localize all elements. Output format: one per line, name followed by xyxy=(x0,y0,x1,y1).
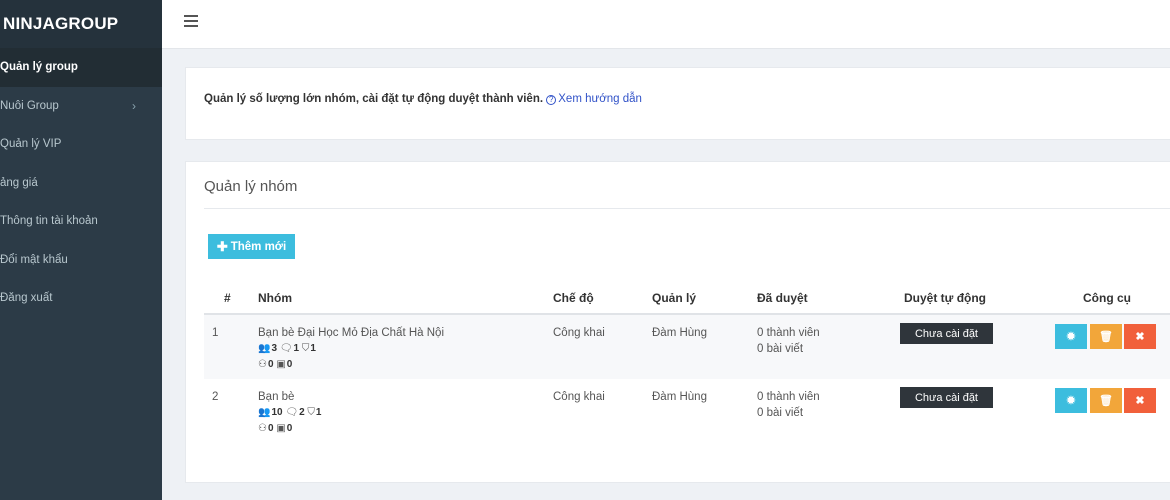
close-icon: ✖ xyxy=(1135,395,1145,407)
user-icon: ⚇ xyxy=(258,423,267,434)
sidebar-menu: Quản lý group Nuôi Group › Quản lý VIP ản… xyxy=(0,48,162,318)
add-new-label: Thêm mới xyxy=(230,240,287,253)
sidebar-item-vip[interactable]: Quản lý VIP xyxy=(0,125,162,164)
table-header: # Nhóm Chế độ Quản lý Đã duyệt Duyệt tự … xyxy=(204,280,1170,315)
shield-count: 1 xyxy=(310,343,316,354)
header-mode: Chế độ xyxy=(553,291,594,305)
gear-icon: ✹ xyxy=(1066,331,1076,343)
row-index: 1 xyxy=(212,327,219,339)
chevron-right-icon: › xyxy=(132,98,136,113)
sidebar-item-logout[interactable]: Đăng xuất xyxy=(0,279,162,318)
image-count: 0 xyxy=(286,423,293,434)
info-text: Quản lý số lượng lớn nhóm, cài đặt tự độ… xyxy=(204,93,642,105)
approved-posts: 0 bài viết xyxy=(757,407,804,419)
group-stats-secondary: ⚇0 ▣0 xyxy=(258,421,321,437)
approved-members: 0 thành viên xyxy=(757,327,820,339)
user-icon: ⚇ xyxy=(258,359,267,370)
add-new-button[interactable]: ✚ Thêm mới xyxy=(208,234,295,259)
remove-button[interactable]: ✖ xyxy=(1124,388,1156,413)
member-count: 10 xyxy=(271,407,283,418)
image-icon: ▣ xyxy=(276,423,286,434)
group-stats-secondary: ⚇0 ▣0 xyxy=(258,357,444,373)
admin-cell: Đàm Hùng xyxy=(652,327,707,339)
comment-icon: 🗨 xyxy=(279,343,293,354)
sidebar-item-label: Thông tin tài khoản xyxy=(0,215,98,228)
approved-cell: 0 thành viên 0 bài viết xyxy=(757,325,820,357)
brand-logo[interactable]: NINJAGROUP xyxy=(0,0,162,48)
remove-button[interactable]: ✖ xyxy=(1124,324,1156,349)
guide-link-label: Xem hướng dẫn xyxy=(558,93,642,105)
divider xyxy=(204,208,1170,209)
sidebar-item-change-password[interactable]: Đổi mật khẩu xyxy=(0,241,162,280)
sidebar-item-label: Nuôi Group xyxy=(0,99,59,112)
sidebar: NINJAGROUP Quản lý group Nuôi Group › Quả… xyxy=(0,0,162,500)
info-panel: Quản lý số lượng lớn nhóm, cài đặt tự độ… xyxy=(185,67,1170,140)
sidebar-item-label: Quản lý VIP xyxy=(0,138,62,151)
group-name[interactable]: Bạn bè Đại Học Mỏ Địa Chất Hà Nội xyxy=(258,325,444,341)
header-index: # xyxy=(224,291,231,305)
sidebar-item-label: ảng giá xyxy=(0,176,38,189)
question-circle-icon: ? xyxy=(546,95,557,105)
close-icon: ✖ xyxy=(1135,331,1145,343)
auto-approve-status-badge[interactable]: Chưa cài đặt xyxy=(900,387,993,408)
group-cell: Bạn bè Đại Học Mỏ Địa Chất Hà Nội 👥3 🗨1 … xyxy=(258,325,444,373)
user-count: 0 xyxy=(267,423,274,434)
delete-button[interactable]: 🗑 xyxy=(1090,388,1122,413)
hamburger-menu-icon[interactable] xyxy=(184,15,198,29)
shield-icon: ⛉ xyxy=(301,343,310,354)
shield-icon: ⛉ xyxy=(307,407,315,418)
approved-posts: 0 bài viết xyxy=(757,343,804,355)
delete-button[interactable]: 🗑 xyxy=(1090,324,1122,349)
header-auto-approve: Duyệt tự động xyxy=(904,291,987,305)
approved-cell: 0 thành viên 0 bài viết xyxy=(757,389,820,421)
member-count: 3 xyxy=(271,343,278,354)
post-count: 1 xyxy=(293,343,300,354)
guide-link[interactable]: ? Xem hướng dẫn xyxy=(546,93,642,105)
sidebar-item-group-management[interactable]: Quản lý group xyxy=(0,48,162,87)
table-row: 1 Bạn bè Đại Học Mỏ Địa Chất Hà Nội 👥3 🗨… xyxy=(204,315,1170,379)
group-management-panel: Quản lý nhóm ✚ Thêm mới # Nhóm Chế độ Quả… xyxy=(185,161,1170,483)
sidebar-item-group-nurture[interactable]: Nuôi Group › xyxy=(0,87,162,126)
post-count: 2 xyxy=(299,407,305,418)
admin-cell: Đàm Hùng xyxy=(652,391,707,403)
panel-title: Quản lý nhóm xyxy=(204,178,298,195)
plus-icon: ✚ xyxy=(216,238,228,254)
comment-icon: 🗨 xyxy=(285,407,299,418)
gear-icon: ✹ xyxy=(1066,395,1076,407)
row-index: 2 xyxy=(212,391,219,403)
group-stats: 👥10 🗨2 ⛉1 xyxy=(258,405,321,421)
info-description: Quản lý số lượng lớn nhóm, cài đặt tự độ… xyxy=(204,93,544,105)
group-cell: Bạn bè 👥10 🗨2 ⛉1 ⚇0 ▣0 xyxy=(258,389,321,437)
header-group: Nhóm xyxy=(258,291,292,305)
approved-members: 0 thành viên xyxy=(757,391,820,403)
trash-icon: 🗑 xyxy=(1099,395,1113,407)
users-icon: 👥 xyxy=(258,407,271,418)
sidebar-item-account[interactable]: Thông tin tài khoản xyxy=(0,202,162,241)
top-bar xyxy=(162,0,1170,49)
sidebar-item-label: Đổi mật khẩu xyxy=(0,253,68,266)
header-approved: Đã duyệt xyxy=(757,291,808,305)
header-admin: Quản lý xyxy=(652,291,697,305)
auto-approve-status-badge[interactable]: Chưa cài đặt xyxy=(900,323,993,344)
header-tools: Công cụ xyxy=(1083,291,1131,305)
shield-count: 1 xyxy=(315,407,322,418)
users-icon: 👥 xyxy=(258,343,271,354)
trash-icon: 🗑 xyxy=(1099,331,1113,343)
mode-cell: Công khai xyxy=(553,391,605,403)
settings-button[interactable]: ✹ xyxy=(1055,324,1087,349)
sidebar-item-label: Quản lý group xyxy=(0,61,78,74)
image-count: 0 xyxy=(286,359,293,370)
mode-cell: Công khai xyxy=(553,327,605,339)
image-icon: ▣ xyxy=(276,359,286,370)
group-stats: 👥3 🗨1 ⛉1 xyxy=(258,341,444,357)
group-name[interactable]: Bạn bè xyxy=(258,389,321,405)
sidebar-item-pricing[interactable]: ảng giá xyxy=(0,164,162,203)
table-row: 2 Bạn bè 👥10 🗨2 ⛉1 ⚇0 ▣0 Công khai Đàm H… xyxy=(204,379,1170,443)
settings-button[interactable]: ✹ xyxy=(1055,388,1087,413)
sidebar-item-label: Đăng xuất xyxy=(0,292,53,305)
user-count: 0 xyxy=(267,359,274,370)
